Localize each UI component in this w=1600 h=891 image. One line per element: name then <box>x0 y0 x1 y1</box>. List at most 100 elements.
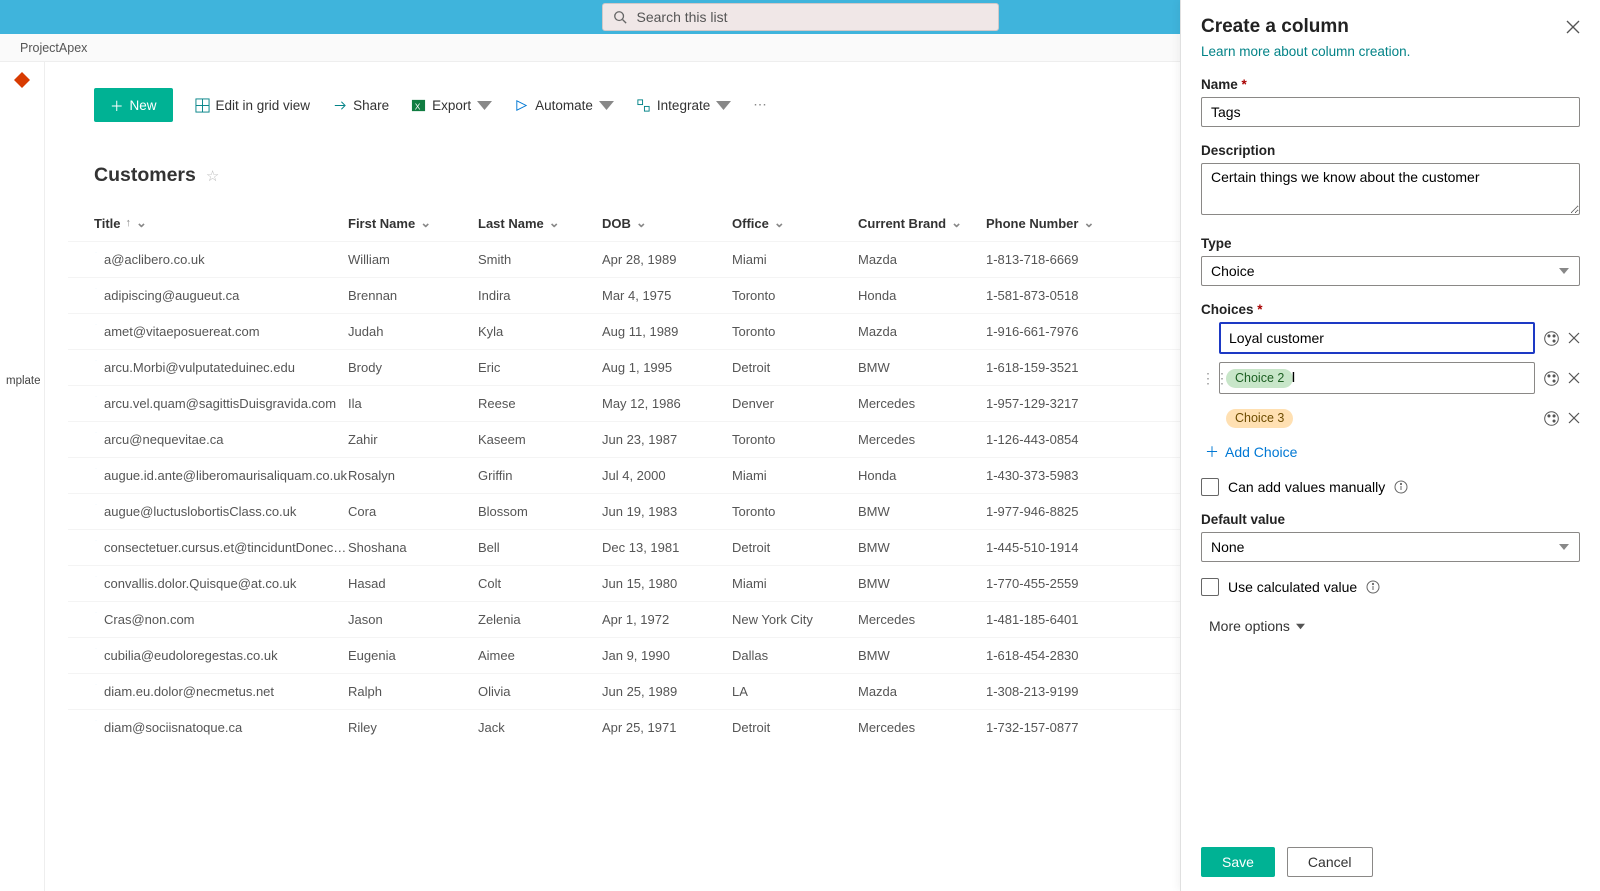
close-icon[interactable] <box>1566 20 1580 34</box>
cell-title[interactable]: augue@luctuslobortisClass.co.uk <box>94 504 348 519</box>
data-table: Title ↑ ⌄ First Name ⌄ Last Name ⌄ DOB ⌄… <box>68 205 1186 745</box>
cell-firstname: Ralph <box>348 684 478 699</box>
choice-row-1: ⋮⋮ <box>1201 322 1580 354</box>
cell-title[interactable]: a@aclibero.co.uk <box>94 252 348 267</box>
cell-brand: BMW <box>858 504 986 519</box>
add-choice-button[interactable]: ＋ Add Choice <box>1205 442 1580 462</box>
cell-title[interactable]: arcu.vel.quam@sagittisDuisgravida.com <box>94 396 348 411</box>
more-options-button[interactable]: More options <box>1209 618 1580 634</box>
table-row[interactable]: adipiscing@augueut.caBrennanIndiraMar 4,… <box>68 277 1186 313</box>
col-header-brand[interactable]: Current Brand ⌄ <box>858 215 986 231</box>
description-input[interactable]: Certain things we know about the custome… <box>1201 163 1580 215</box>
cell-title[interactable]: cubilia@eudoloregestas.co.uk <box>94 648 348 663</box>
cancel-button[interactable]: Cancel <box>1287 847 1373 877</box>
new-button[interactable]: ＋ New <box>94 88 173 122</box>
breadcrumb-text[interactable]: ProjectApex <box>20 41 87 55</box>
favorite-star-icon[interactable]: ☆ <box>206 167 219 185</box>
table-row[interactable]: convallis.dolor.Quisque@at.co.ukHasadCol… <box>68 565 1186 601</box>
integrate-button[interactable]: Integrate <box>636 98 731 113</box>
calculated-value-checkbox[interactable] <box>1201 578 1219 596</box>
default-value-select[interactable]: None <box>1201 532 1580 562</box>
table-row[interactable]: arcu.Morbi@vulputateduinec.eduBrodyEricA… <box>68 349 1186 385</box>
cell-phone: 1-481-185-6401 <box>986 612 1126 627</box>
automate-button[interactable]: Automate <box>514 98 614 113</box>
cell-firstname: Brennan <box>348 288 478 303</box>
cell-lastname: Kyla <box>478 324 602 339</box>
cell-dob: Apr 25, 1971 <box>602 720 732 735</box>
cell-office: Detroit <box>732 540 858 555</box>
learn-more-link[interactable]: Learn more about column creation. <box>1201 44 1410 59</box>
cell-phone: 1-916-661-7976 <box>986 324 1126 339</box>
table-row[interactable]: consectetuer.cursus.et@tinciduntDonec.co… <box>68 529 1186 565</box>
table-row[interactable]: cubilia@eudoloregestas.co.ukEugeniaAimee… <box>68 637 1186 673</box>
cell-office: Toronto <box>732 432 858 447</box>
cell-title[interactable]: arcu.Morbi@vulputateduinec.edu <box>94 360 348 375</box>
cell-title[interactable]: diam.eu.dolor@necmetus.net <box>94 684 348 699</box>
cell-dob: Jun 25, 1989 <box>602 684 732 699</box>
type-select[interactable]: Choice <box>1201 256 1580 286</box>
cell-title[interactable]: arcu@nequevitae.ca <box>94 432 348 447</box>
cell-phone: 1-732-157-0877 <box>986 720 1126 735</box>
overflow-button[interactable]: ⋯ <box>753 97 767 113</box>
info-icon[interactable] <box>1394 480 1408 494</box>
cell-phone: 1-770-455-2559 <box>986 576 1126 591</box>
cell-dob: Aug 1, 1995 <box>602 360 732 375</box>
description-label: Description <box>1201 143 1580 158</box>
cell-title[interactable]: consectetuer.cursus.et@tinciduntDonec.co… <box>94 540 348 555</box>
panel-title: Create a column <box>1201 16 1349 38</box>
table-row[interactable]: augue.id.ante@liberomaurisaliquam.co.ukR… <box>68 457 1186 493</box>
cell-title[interactable]: diam@sociisnatoque.ca <box>94 720 348 735</box>
save-button[interactable]: Save <box>1201 847 1275 877</box>
remove-choice-icon[interactable] <box>1568 332 1580 344</box>
palette-icon[interactable] <box>1543 330 1560 347</box>
choice-input-field[interactable] <box>1225 324 1529 352</box>
manual-values-checkbox[interactable] <box>1201 478 1219 496</box>
info-icon[interactable] <box>1366 580 1380 594</box>
palette-icon[interactable] <box>1543 370 1560 387</box>
col-header-phone[interactable]: Phone Number ⌄ <box>986 215 1126 231</box>
remove-choice-icon[interactable] <box>1568 372 1580 384</box>
share-button[interactable]: Share <box>332 98 389 113</box>
main-content: ＋ New Edit in grid view Share X Export A… <box>68 62 1186 745</box>
cell-title[interactable]: amet@vitaeposuereat.com <box>94 324 348 339</box>
table-row[interactable]: Cras@non.comJasonZeleniaApr 1, 1972New Y… <box>68 601 1186 637</box>
rail-item-template[interactable]: mplate <box>0 375 44 387</box>
cell-title[interactable]: adipiscing@augueut.ca <box>94 288 348 303</box>
cell-office: Miami <box>732 576 858 591</box>
search-box[interactable]: Search this list <box>602 3 999 31</box>
cell-title[interactable]: Cras@non.com <box>94 612 348 627</box>
table-row[interactable]: a@aclibero.co.ukWilliamSmithApr 28, 1989… <box>68 241 1186 277</box>
col-header-firstname[interactable]: First Name ⌄ <box>348 215 478 231</box>
table-row[interactable]: arcu@nequevitae.caZahirKaseemJun 23, 198… <box>68 421 1186 457</box>
cell-title[interactable]: convallis.dolor.Quisque@at.co.uk <box>94 576 348 591</box>
palette-icon[interactable] <box>1543 410 1560 427</box>
list-title-row: Customers ☆ <box>68 136 1186 205</box>
edit-grid-button[interactable]: Edit in grid view <box>195 98 311 113</box>
table-row[interactable]: diam.eu.dolor@necmetus.netRalphOliviaJun… <box>68 673 1186 709</box>
choice-input-3[interactable]: Choice 3 <box>1219 402 1535 434</box>
chevron-down-icon <box>599 98 614 113</box>
table-row[interactable]: diam@sociisnatoque.caRileyJackApr 25, 19… <box>68 709 1186 745</box>
drag-handle-icon[interactable]: ⋮⋮ <box>1201 370 1211 387</box>
type-label: Type <box>1201 236 1580 251</box>
remove-choice-icon[interactable] <box>1568 412 1580 424</box>
col-header-dob[interactable]: DOB ⌄ <box>602 215 732 231</box>
table-row[interactable]: augue@luctuslobortisClass.co.ukCoraBloss… <box>68 493 1186 529</box>
cell-phone: 1-445-510-1914 <box>986 540 1126 555</box>
choice-input-1[interactable] <box>1219 322 1535 354</box>
cell-lastname: Griffin <box>478 468 602 483</box>
col-header-lastname[interactable]: Last Name ⌄ <box>478 215 602 231</box>
cell-firstname: Cora <box>348 504 478 519</box>
table-row[interactable]: amet@vitaeposuereat.comJudahKylaAug 11, … <box>68 313 1186 349</box>
choice-input-2[interactable]: Choice 2 I <box>1219 362 1535 394</box>
automate-icon <box>514 98 529 113</box>
cell-lastname: Zelenia <box>478 612 602 627</box>
name-input[interactable] <box>1201 97 1580 127</box>
export-button[interactable]: X Export <box>411 98 492 113</box>
col-header-office[interactable]: Office ⌄ <box>732 215 858 231</box>
choice-pill: Choice 2 <box>1226 369 1293 388</box>
cell-title[interactable]: augue.id.ante@liberomaurisaliquam.co.uk <box>94 468 348 483</box>
panel-footer: Save Cancel <box>1201 847 1373 877</box>
col-header-title[interactable]: Title ↑ ⌄ <box>94 215 348 231</box>
table-row[interactable]: arcu.vel.quam@sagittisDuisgravida.comIla… <box>68 385 1186 421</box>
